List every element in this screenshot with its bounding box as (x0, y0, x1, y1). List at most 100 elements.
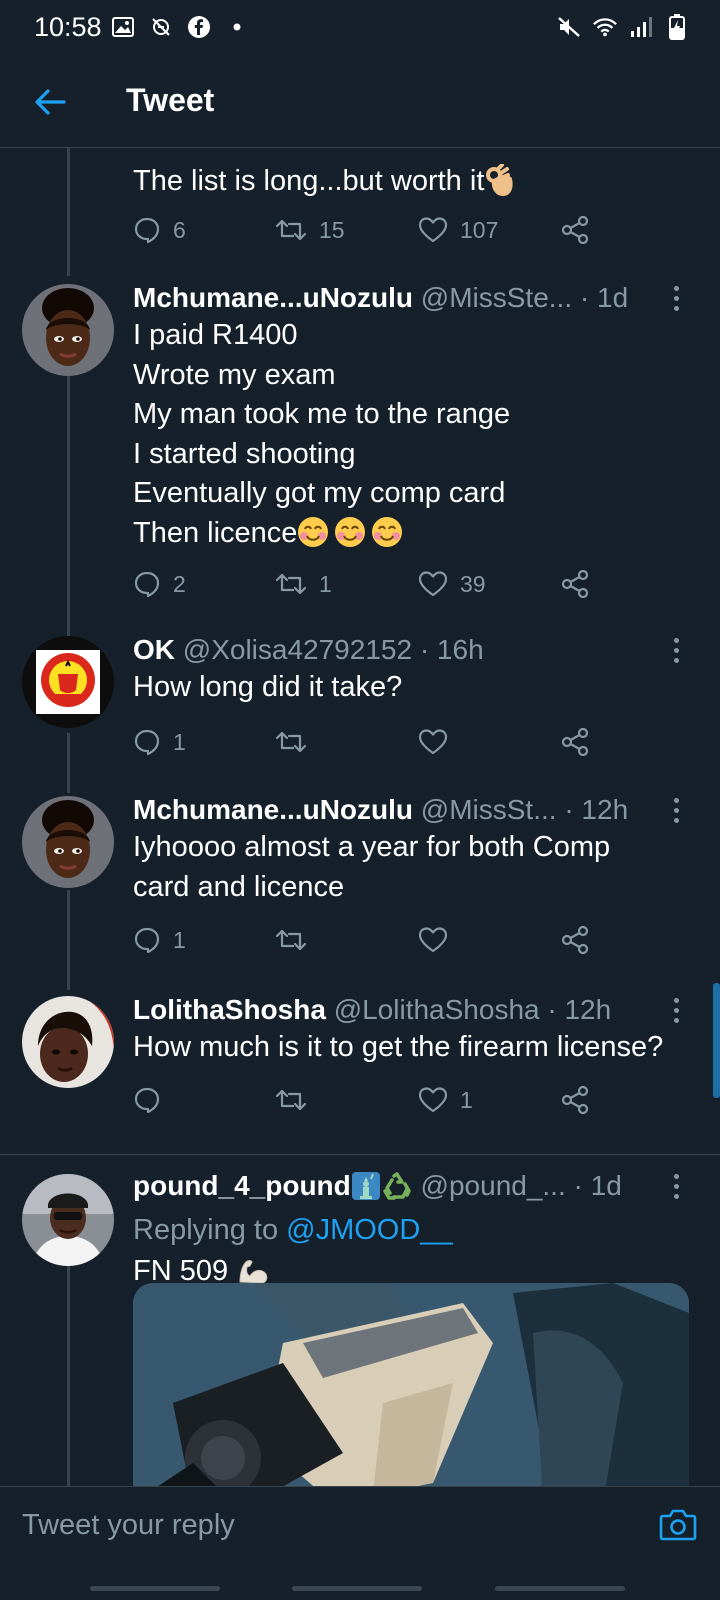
nav-back-button[interactable] (495, 1586, 625, 1591)
tweet-item[interactable]: LolithaShosha @LolithaShosha · 12h How m… (0, 994, 720, 1152)
heart-icon (418, 571, 448, 597)
facebook-icon (186, 14, 212, 40)
avatar[interactable] (22, 996, 114, 1088)
reply-count: 6 (173, 216, 186, 243)
like-button[interactable]: 39 (418, 564, 486, 604)
tweet-item[interactable]: OK @Xolisa42792152 · 16h How long did it… (0, 634, 720, 796)
reply-button[interactable]: 1 (133, 722, 186, 762)
like-button[interactable]: 1 (418, 1080, 473, 1120)
retweet-button[interactable] (275, 920, 319, 960)
more-options-icon[interactable] (666, 792, 686, 828)
retweet-button[interactable] (275, 722, 319, 762)
camera-button[interactable] (658, 1505, 698, 1545)
author-handle: @Xolisa42792152 (182, 634, 413, 665)
mute-icon (556, 14, 582, 40)
share-button[interactable] (561, 210, 589, 250)
share-icon (561, 216, 589, 244)
tweet-text: How much is it to get the firearm licens… (133, 1031, 664, 1063)
author-handle: @pound_... (420, 1170, 566, 1201)
ok-hand-emoji (484, 163, 514, 208)
status-left-icons (110, 14, 250, 40)
tweet-actions: 1 (133, 920, 603, 960)
retweet-button[interactable]: 15 (275, 210, 345, 250)
author-name[interactable]: Mchumane...uNozulu (133, 282, 413, 313)
retweet-button[interactable]: 1 (275, 564, 332, 604)
recycle-emoji (381, 1171, 413, 1210)
share-icon (561, 1086, 589, 1114)
heart-icon (418, 729, 448, 755)
tweet-media-image[interactable] (133, 1283, 689, 1486)
scrollbar[interactable] (713, 983, 720, 1098)
reply-icon (134, 217, 160, 244)
signal-icon (628, 14, 654, 40)
share-icon (561, 728, 589, 756)
tweet-time: · 1d (579, 282, 629, 313)
tweet-author-line: Mchumane...uNozulu @MissSte... · 1d (133, 280, 690, 316)
like-button[interactable] (418, 920, 460, 960)
more-options-icon[interactable] (666, 992, 686, 1028)
share-button[interactable] (561, 1080, 589, 1120)
nav-home-button[interactable] (292, 1586, 422, 1591)
author-name[interactable]: LolithaShosha (133, 994, 326, 1025)
tweet-item[interactable]: The list is long...but worth it 6 15 107 (0, 148, 720, 278)
arrow-left-icon (35, 89, 66, 115)
camera-icon (659, 1509, 697, 1541)
retweet-count: 15 (319, 216, 345, 243)
avatar[interactable] (22, 1174, 114, 1266)
heart-icon (418, 217, 448, 243)
tweet-actions: 1 (133, 1080, 603, 1120)
like-button[interactable] (418, 722, 460, 762)
like-count: 107 (460, 216, 499, 243)
statue-of-liberty-emoji (351, 1171, 381, 1210)
share-button[interactable] (561, 564, 589, 604)
like-count: 1 (460, 1086, 473, 1113)
like-button[interactable]: 107 (418, 210, 498, 250)
back-button[interactable] (26, 78, 74, 126)
retweet-icon (275, 929, 307, 951)
share-button[interactable] (561, 920, 589, 960)
share-button[interactable] (561, 722, 589, 762)
nav-recents-button[interactable] (90, 1586, 220, 1591)
no-data-saver-icon (148, 14, 174, 40)
tweet-item[interactable]: pound_4_pound @pound_... · 1d Replying t… (0, 1154, 720, 1486)
status-time: 10:58 (34, 12, 102, 42)
author-name[interactable]: pound_4_pound (133, 1170, 351, 1201)
reply-button[interactable] (133, 1080, 173, 1120)
author-name[interactable]: Mchumane...uNozulu (133, 794, 413, 825)
tweet-text: The list is long...but worth it (133, 162, 690, 208)
gallery-icon (110, 14, 136, 40)
reply-count: 1 (173, 728, 186, 755)
avatar[interactable] (22, 636, 114, 728)
author-name[interactable]: OK (133, 634, 175, 665)
status-right-icons (556, 14, 690, 40)
tweet-actions: 2 1 39 (133, 564, 603, 604)
more-options-icon[interactable] (666, 632, 686, 668)
tweet-actions: 6 15 107 (133, 210, 603, 250)
avatar[interactable] (22, 796, 114, 888)
reply-button[interactable]: 6 (133, 210, 186, 250)
tweet-time: · 16h (419, 634, 484, 665)
retweet-button[interactable] (275, 1080, 319, 1120)
reply-icon (134, 927, 160, 954)
tweet-author-line: LolithaShosha @LolithaShosha · 12h (133, 992, 690, 1028)
share-icon (561, 926, 589, 954)
author-handle: @MissSte... (420, 282, 573, 313)
author-handle: @MissSt... (420, 794, 557, 825)
tweet-item[interactable]: Mchumane...uNozulu @MissSt... · 12h Iyho… (0, 794, 720, 996)
reply-input[interactable] (22, 1501, 622, 1549)
heart-icon (418, 927, 448, 953)
avatar[interactable] (22, 284, 114, 376)
tweet-text: How long did it take? (133, 671, 403, 703)
retweet-icon (275, 573, 307, 595)
tweet-item[interactable]: Mchumane...uNozulu @MissSte... · 1d I pa… (0, 276, 720, 636)
author-handle: @LolithaShosha (333, 994, 540, 1025)
more-options-icon[interactable] (666, 1168, 686, 1204)
dot-icon (224, 14, 250, 40)
reply-button[interactable]: 1 (133, 920, 186, 960)
reply-button[interactable]: 2 (133, 564, 186, 604)
replying-to-link[interactable]: @JMOOD__ (286, 1214, 452, 1246)
more-options-icon[interactable] (666, 280, 686, 316)
reply-count: 1 (173, 926, 186, 953)
tweet-time: · 12h (564, 794, 629, 825)
heart-icon (418, 1087, 448, 1113)
